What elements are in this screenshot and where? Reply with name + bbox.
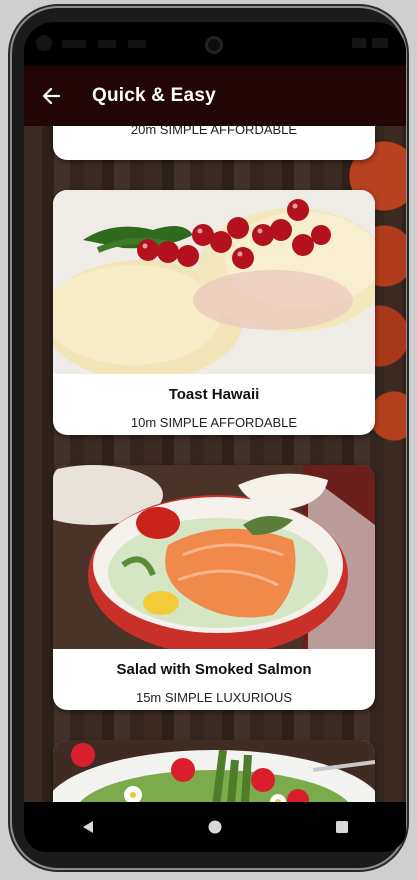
- arrow-back-icon[interactable]: [40, 85, 62, 107]
- meal-title: Salad with Smoked Salmon: [116, 661, 312, 678]
- meal-card[interactable]: 20m SIMPLE AFFORDABLE: [53, 126, 375, 160]
- meal-image: [53, 465, 375, 649]
- app-bar: Quick & Easy: [24, 66, 406, 126]
- status-bar: [24, 22, 406, 66]
- square-recents-icon[interactable]: [322, 807, 362, 847]
- meal-list[interactable]: 20m SIMPLE AFFORDABLE Toast Hawaii 10m S…: [24, 126, 406, 802]
- triangle-back-icon[interactable]: [68, 807, 108, 847]
- signal-battery-icons: [352, 38, 388, 48]
- screen: Quick & Easy 20m SIMPLE AFFORDABLE Toast…: [24, 22, 406, 852]
- status-icons: [62, 40, 182, 48]
- meal-card[interactable]: Salad with Smoked Salmon 15m SIMPLE LUXU…: [53, 465, 375, 710]
- meal-meta: 10m SIMPLE AFFORDABLE: [130, 415, 298, 430]
- meal-meta: 20m SIMPLE AFFORDABLE: [130, 126, 298, 137]
- front-camera: [205, 36, 223, 54]
- meal-meta: 15m SIMPLE LUXURIOUS: [135, 690, 293, 705]
- meal-card[interactable]: Toast Hawaii 10m SIMPLE AFFORDABLE: [53, 190, 375, 435]
- meal-card[interactable]: [53, 740, 375, 802]
- circle-home-icon[interactable]: [195, 807, 235, 847]
- meal-image: [53, 190, 375, 374]
- page-title: Quick & Easy: [92, 85, 216, 106]
- meal-image: [53, 740, 375, 802]
- system-nav-bar: [24, 802, 406, 852]
- status-icon: [36, 35, 52, 51]
- meal-title: Toast Hawaii: [168, 386, 260, 403]
